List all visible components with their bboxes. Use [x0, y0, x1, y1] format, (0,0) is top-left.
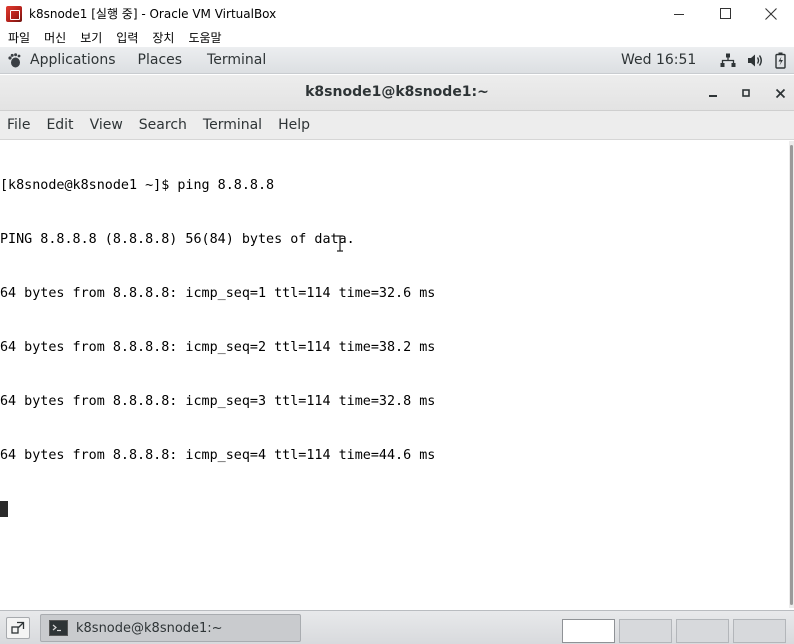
- battery-icon[interactable]: [775, 52, 786, 69]
- workspace-1[interactable]: [562, 619, 615, 643]
- applications-label: Applications: [30, 52, 116, 68]
- panel-clock[interactable]: Wed 16:51: [621, 52, 696, 68]
- vbox-menu-machine[interactable]: 머신: [41, 29, 73, 46]
- show-desktop-button[interactable]: [6, 617, 30, 639]
- workspace-4[interactable]: [733, 619, 786, 643]
- show-desktop-icon: [11, 621, 25, 634]
- close-button[interactable]: [748, 0, 794, 27]
- vbox-menubar: 파일 머신 보기 입력 장치 도움말: [0, 27, 794, 47]
- menu-edit[interactable]: Edit: [46, 117, 73, 133]
- terminal-line: 64 bytes from 8.8.8.8: icmp_seq=2 ttl=11…: [0, 340, 436, 355]
- terminal-close-button[interactable]: [772, 85, 788, 101]
- volume-icon[interactable]: [747, 53, 764, 68]
- vbox-titlebar: k8snode1 [실행 중] - Oracle VM VirtualBox: [0, 0, 794, 27]
- vbox-menu-view[interactable]: 보기: [77, 29, 109, 46]
- menu-file[interactable]: File: [7, 117, 30, 133]
- terminal-output[interactable]: [k8snode@k8snode1 ~]$ ping 8.8.8.8 PING …: [0, 141, 789, 608]
- virtualbox-logo-icon: [6, 5, 22, 22]
- taskbar-terminal-label: k8snode@k8snode1:~: [76, 620, 223, 636]
- workspace-3[interactable]: [676, 619, 729, 643]
- terminal-cursor-line: [0, 501, 789, 519]
- terminal-line: PING 8.8.8.8 (8.8.8.8) 56(84) bytes of d…: [0, 232, 355, 247]
- terminal-line: 64 bytes from 8.8.8.8: icmp_seq=4 ttl=11…: [0, 448, 436, 463]
- terminal-maximize-button[interactable]: [738, 85, 754, 101]
- terminal-window-title: k8snode1@k8snode1:~: [305, 84, 489, 100]
- applications-menu[interactable]: Applications: [7, 52, 116, 68]
- terminal-app-menu[interactable]: Terminal: [207, 52, 266, 68]
- minimize-button[interactable]: [656, 0, 702, 27]
- ibeam-cursor-icon: [337, 235, 343, 252]
- terminal-icon: [49, 620, 68, 636]
- maximize-button[interactable]: [702, 0, 748, 27]
- vbox-window-title: k8snode1 [실행 중] - Oracle VM VirtualBox: [29, 7, 277, 21]
- menu-search[interactable]: Search: [139, 117, 187, 133]
- text-cursor: [0, 501, 8, 517]
- maximize-icon: [742, 89, 750, 97]
- minimize-icon: [709, 95, 717, 97]
- vbox-window-controls: [656, 0, 794, 27]
- gnome-top-panel: Applications Places Terminal Wed 16:51: [0, 47, 794, 74]
- terminal-line: 64 bytes from 8.8.8.8: icmp_seq=1 ttl=11…: [0, 286, 436, 301]
- close-icon: [765, 7, 777, 20]
- places-menu[interactable]: Places: [138, 52, 183, 68]
- workspace-2[interactable]: [619, 619, 672, 643]
- close-icon: [775, 88, 785, 98]
- terminal-menubar: File Edit View Search Terminal Help: [0, 111, 794, 140]
- menu-view[interactable]: View: [90, 117, 123, 133]
- vbox-menu-devices[interactable]: 장치: [149, 29, 181, 46]
- menu-help[interactable]: Help: [278, 117, 310, 133]
- vbox-menu-file[interactable]: 파일: [5, 29, 37, 46]
- bottom-taskbar: k8snode@k8snode1:~: [0, 610, 794, 644]
- terminal-line: 64 bytes from 8.8.8.8: icmp_seq=3 ttl=11…: [0, 394, 436, 409]
- maximize-icon: [719, 8, 731, 19]
- system-tray[interactable]: [720, 52, 786, 69]
- network-icon[interactable]: [720, 53, 736, 68]
- gnome-foot-icon: [8, 52, 21, 67]
- scrollbar-thumb[interactable]: [790, 145, 793, 605]
- taskbar-terminal-item[interactable]: k8snode@k8snode1:~: [40, 614, 301, 642]
- vbox-menu-input[interactable]: 입력: [113, 29, 145, 46]
- vbox-menu-help[interactable]: 도움말: [185, 29, 228, 46]
- minimize-icon: [674, 13, 684, 15]
- menu-terminal[interactable]: Terminal: [203, 117, 262, 133]
- terminal-minimize-button[interactable]: [705, 85, 721, 101]
- terminal-line: [k8snode@k8snode1 ~]$ ping 8.8.8.8: [0, 178, 275, 193]
- terminal-titlebar: k8snode1@k8snode1:~: [0, 75, 794, 111]
